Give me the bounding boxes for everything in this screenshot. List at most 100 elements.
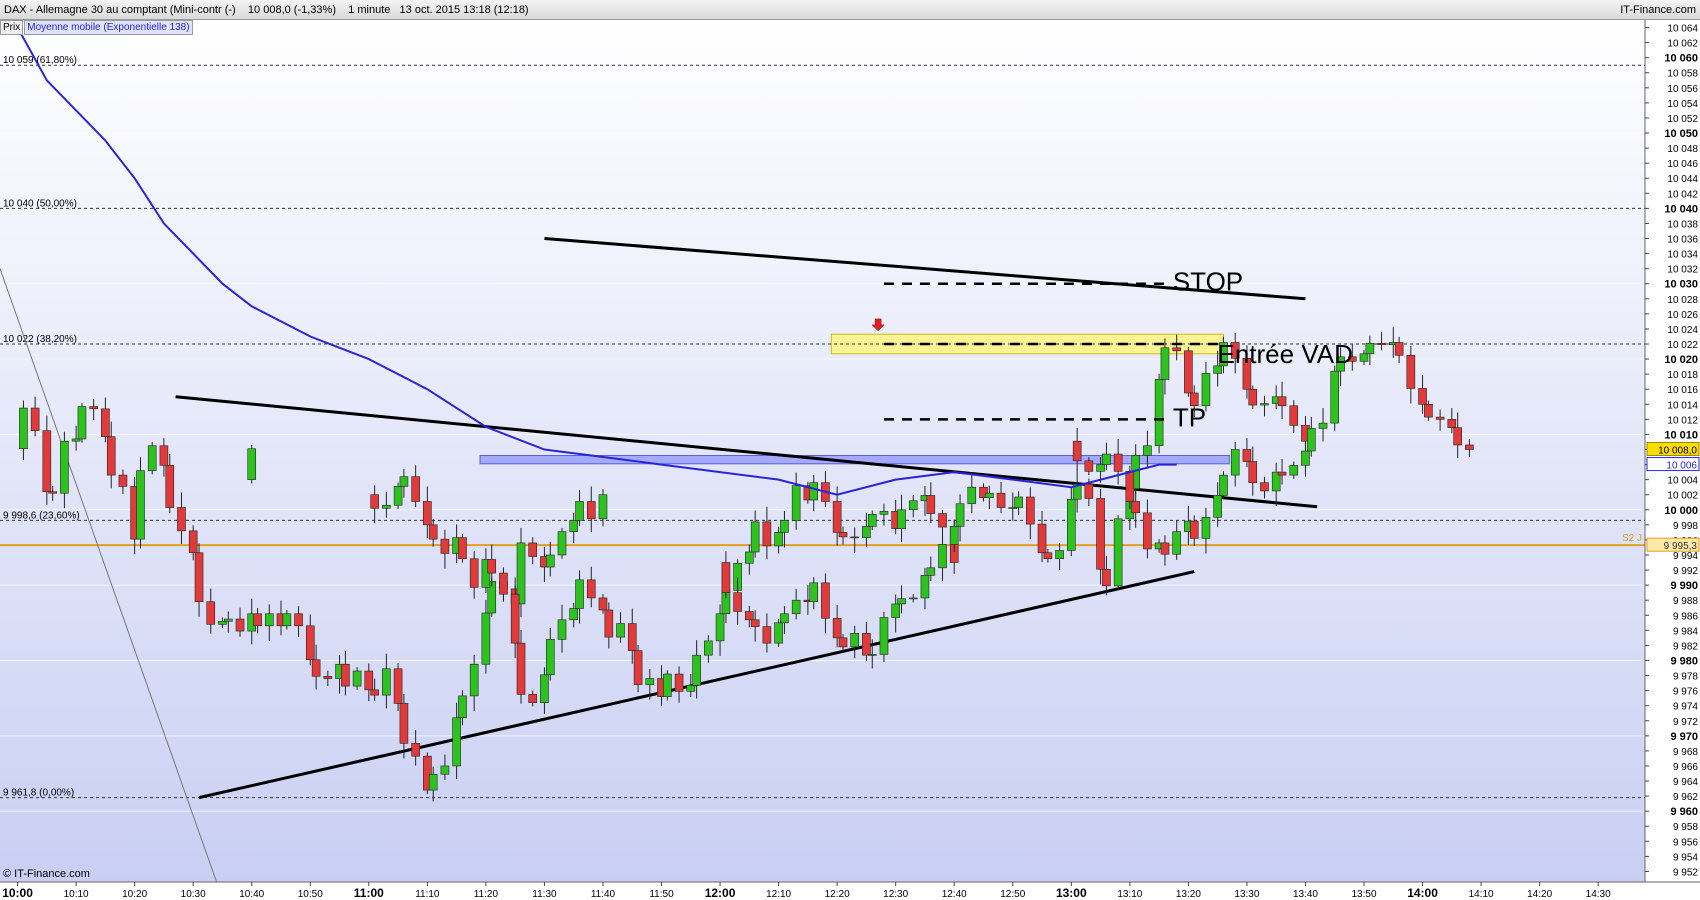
legend-price[interactable]: Prix xyxy=(0,20,24,35)
candle-up xyxy=(774,622,783,644)
time-tick-label: 13:30 xyxy=(1234,889,1259,900)
brand-label: IT-Finance.com xyxy=(1620,4,1696,16)
time-tick-label: 11:40 xyxy=(591,889,616,900)
time-tick-label: 11:20 xyxy=(474,889,499,900)
candle-up xyxy=(393,486,403,506)
candle-up xyxy=(218,620,227,625)
ma-value-label: 10 006 xyxy=(1666,461,1697,472)
candle-up xyxy=(428,773,438,791)
time-tick-label: 11:00 xyxy=(354,886,384,900)
time-tick-label: 12:40 xyxy=(942,889,967,900)
time-tick-label: 10:00 xyxy=(2,886,33,900)
candle-up xyxy=(1113,518,1123,587)
fib-label: 10 059 (61,80%) xyxy=(3,55,77,66)
time-tick-label: 10:50 xyxy=(298,889,323,900)
candle-up xyxy=(545,554,555,568)
candle-up xyxy=(1143,445,1152,456)
candle-up xyxy=(1219,474,1228,496)
candle-up xyxy=(147,445,157,471)
price-tick-label: 10 050 xyxy=(1664,128,1698,140)
candle-up xyxy=(1201,517,1211,539)
candle-down xyxy=(1113,453,1123,472)
candle-up xyxy=(850,633,859,648)
candle-down xyxy=(633,650,643,685)
candle-down xyxy=(458,537,467,560)
candle-up xyxy=(1066,498,1076,551)
price-tick-label: 9 964 xyxy=(1673,777,1698,788)
candle-down xyxy=(30,407,40,431)
candle-up xyxy=(136,470,145,540)
time-tick-label: 10:30 xyxy=(181,889,206,900)
last-price-label: 10 008,0 xyxy=(1658,445,1697,456)
price-tick-label: 10 024 xyxy=(1667,325,1698,336)
candle-up xyxy=(452,717,461,767)
candle-down xyxy=(1172,347,1181,352)
price-tick-label: 10 054 xyxy=(1667,99,1698,110)
candle-down xyxy=(821,582,830,619)
candle-up xyxy=(1301,450,1310,466)
candle-down xyxy=(305,625,315,661)
chart-title: DAX - Allemagne 30 au comptant (Mini-con… xyxy=(4,4,529,16)
candle-down xyxy=(1406,355,1416,389)
price-tick-label: 10 026 xyxy=(1667,310,1698,321)
candle-up xyxy=(575,501,584,521)
legend-moving-average[interactable]: Moyenne mobile (Exponentielle 138) xyxy=(24,20,193,35)
price-tick-label: 9 972 xyxy=(1673,717,1698,728)
candle-up xyxy=(481,612,491,665)
candle-down xyxy=(832,617,842,639)
candle-up xyxy=(938,544,947,569)
candle-down xyxy=(762,521,772,547)
candle-down xyxy=(1242,449,1252,462)
candle-up xyxy=(1096,464,1105,472)
candle-up xyxy=(557,531,567,556)
candle-down xyxy=(165,465,175,508)
candle-down xyxy=(832,501,842,533)
price-tick-label: 9 990 xyxy=(1670,580,1698,592)
candle-down xyxy=(323,675,333,679)
time-tick-label: 13:20 xyxy=(1176,889,1201,900)
price-tick-label: 10 048 xyxy=(1667,144,1698,155)
legend: Prix Moyenne mobile (Exponentielle 138) xyxy=(0,20,194,35)
price-chart[interactable]: 10 059 (61,80%) 10 040 (50,00%) 10 022 (38… xyxy=(0,0,1700,900)
time-tick-label: 10:10 xyxy=(64,889,89,900)
candle-down xyxy=(487,559,497,574)
candle-down xyxy=(1277,396,1287,407)
candle-down xyxy=(294,613,303,627)
price-tick-label: 9 968 xyxy=(1673,747,1698,758)
candle-down xyxy=(1394,342,1404,356)
candle-up xyxy=(60,440,69,494)
candle-up xyxy=(867,513,877,527)
candle-down xyxy=(1072,440,1082,462)
candle-down xyxy=(733,592,742,612)
candle-up xyxy=(791,485,801,521)
time-tick-label: 14:30 xyxy=(1586,889,1611,900)
candle-up xyxy=(1213,495,1222,518)
price-tick-label: 10 020 xyxy=(1664,354,1698,366)
candle-up xyxy=(745,551,754,564)
candle-up xyxy=(686,685,696,692)
candle-down xyxy=(423,501,432,526)
candle-down xyxy=(1131,501,1140,514)
time-tick-label: 12:20 xyxy=(825,889,850,900)
candle-down xyxy=(1037,523,1047,554)
candle-down xyxy=(411,743,420,757)
candle-down xyxy=(762,626,772,644)
candle-down xyxy=(341,663,350,687)
candle-up xyxy=(879,510,889,515)
candle-down xyxy=(1125,471,1135,502)
candle-up xyxy=(645,678,655,685)
time-tick-label: 12:00 xyxy=(705,886,736,900)
candle-down xyxy=(1424,403,1433,418)
candle-up xyxy=(774,532,783,547)
candle-down xyxy=(399,703,409,744)
time-tick-label: 13:10 xyxy=(1117,889,1142,900)
candle-down xyxy=(370,494,379,509)
candle-up xyxy=(399,476,409,487)
price-tick-label: 10 032 xyxy=(1667,265,1698,276)
candle-down xyxy=(586,501,596,520)
price-tick-label: 9 960 xyxy=(1670,806,1698,818)
candle-down xyxy=(194,552,204,602)
candle-up xyxy=(1330,370,1340,424)
candle-down xyxy=(938,513,947,528)
candle-up xyxy=(616,623,625,638)
